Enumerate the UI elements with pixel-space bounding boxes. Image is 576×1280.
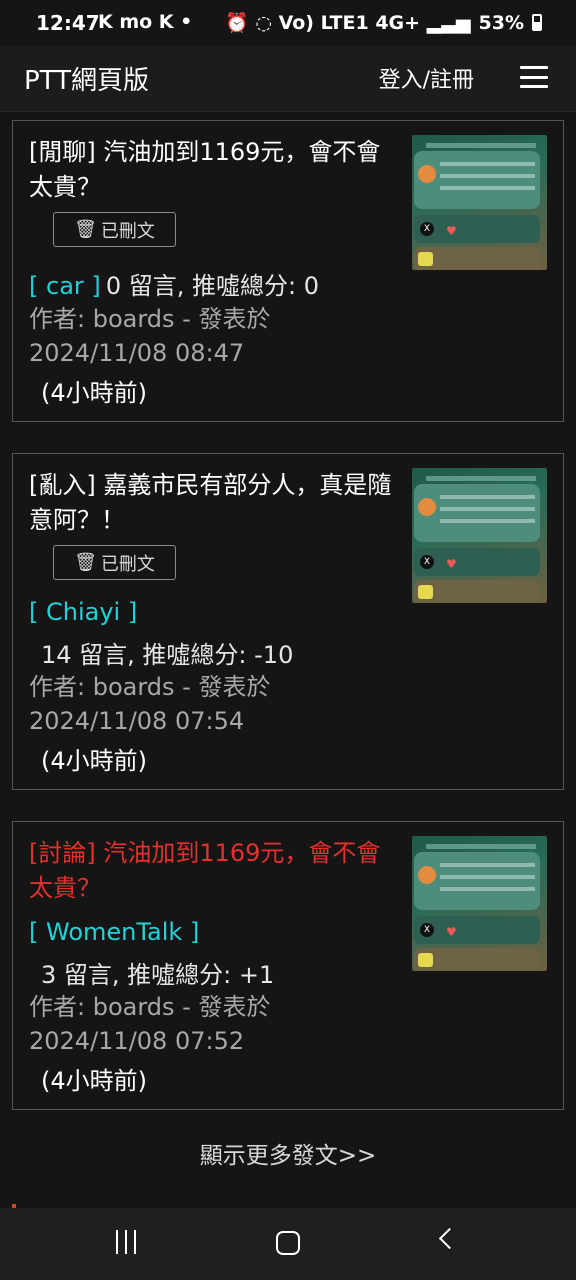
author-line: 作者: boards - 發表於 (29, 305, 271, 333)
author-line: 作者: boards - 發表於 (29, 993, 271, 1021)
post-date: 2024/11/08 07:52 (29, 1027, 245, 1055)
post-thumbnail[interactable]: X ♥ (412, 468, 547, 603)
board-link[interactable]: [ WomenTalk ] (29, 918, 199, 946)
post-card[interactable]: [亂入] 嘉義市民有部分人，真是隨意阿？！ 🗑 已刪文 [ Chiayi ] 1… (12, 453, 564, 790)
author-line: 作者: boards - 發表於 (29, 673, 271, 701)
post-title[interactable]: [亂入] 嘉義市民有部分人，真是隨意阿？！ (29, 468, 399, 538)
top-navigation: PTT網頁版 登入/註冊 (0, 46, 576, 112)
login-register-link[interactable]: 登入/註冊 (379, 62, 474, 94)
board-link[interactable]: [ Chiayi ] (29, 598, 137, 626)
post-thumbnail[interactable]: X ♥ (412, 135, 547, 270)
comment-score: 14 留言, 推噓總分: -10 (41, 641, 294, 669)
load-more-posts-link[interactable]: 顯示更多發文>> (0, 1136, 576, 1170)
home-icon[interactable] (276, 1231, 300, 1255)
post-date: 2024/11/08 08:47 (29, 339, 245, 367)
post-card[interactable]: [討論] 汽油加到1169元，會不會太貴？ [ WomenTalk ] 3 留言… (12, 821, 564, 1110)
relative-time: (4小時前) (41, 379, 147, 407)
relative-time: (4小時前) (41, 747, 147, 775)
post-date: 2024/11/08 07:54 (29, 707, 245, 735)
recent-apps-icon[interactable] (116, 1230, 136, 1254)
comment-score: 3 留言, 推噓總分: +1 (41, 961, 275, 989)
back-icon[interactable] (438, 1227, 461, 1250)
post-card[interactable]: [閒聊] 汽油加到1169元，會不會太貴？ 🗑 已刪文 [ car ] 0 留言… (12, 120, 564, 422)
battery-icon (532, 14, 542, 31)
comment-score: 0 留言, 推噓總分: 0 (105, 272, 319, 300)
trash-icon: 🗑 (74, 219, 97, 240)
board-link[interactable]: [ car ] (29, 272, 101, 300)
status-left-icons: K mo K • (98, 11, 193, 33)
deleted-post-button[interactable]: 🗑 已刪文 (53, 212, 176, 247)
status-time: 12:47 (36, 11, 100, 35)
post-thumbnail[interactable]: X ♥ (412, 836, 547, 971)
deleted-post-button[interactable]: 🗑 已刪文 (53, 545, 176, 580)
relative-time: (4小時前) (41, 1067, 147, 1095)
android-navigation-bar (0, 1208, 576, 1280)
status-right-symbols: ⏰ ◌ Vo) LTE1 4G+ ▂▃▅ (225, 12, 471, 34)
post-feed: [閒聊] 汽油加到1169元，會不會太貴？ 🗑 已刪文 [ car ] 0 留言… (0, 112, 576, 1212)
deleted-label: 已刪文 (100, 553, 155, 575)
post-title[interactable]: [討論] 汽油加到1169元，會不會太貴？ (29, 836, 399, 906)
site-brand[interactable]: PTT網頁版 (24, 60, 149, 97)
trash-icon: 🗑 (74, 552, 97, 573)
deleted-label: 已刪文 (100, 220, 155, 242)
status-right-icons: ⏰ ◌ Vo) LTE1 4G+ ▂▃▅ 53% (225, 11, 542, 34)
post-board-stats: [ car ] 0 留言, 推噓總分: 0 (29, 266, 319, 301)
status-bar: 12:47 K mo K • ⏰ ◌ Vo) LTE1 4G+ ▂▃▅ 53% (0, 0, 576, 46)
hamburger-icon[interactable] (520, 66, 548, 88)
battery-percent: 53% (478, 11, 524, 34)
post-title[interactable]: [閒聊] 汽油加到1169元，會不會太貴？ (29, 135, 399, 205)
